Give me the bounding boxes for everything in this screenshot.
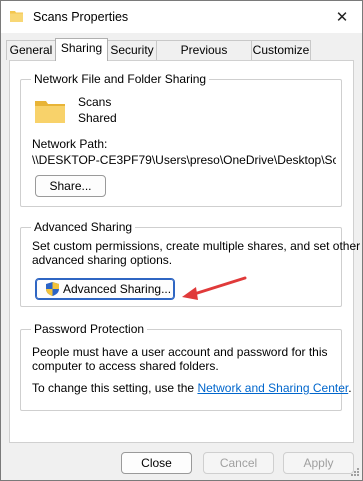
network-sharing-group: Network File and Folder Sharing Scans Sh… <box>20 72 342 207</box>
change-setting-prefix: To change this setting, use the <box>32 381 198 395</box>
resize-grip-icon[interactable] <box>350 467 360 477</box>
tab-strip: General Sharing Security Previous Versio… <box>1 38 362 76</box>
title-bar[interactable]: Scans Properties ✕ <box>1 1 362 33</box>
network-path-clip: \\DESKTOP-CE3PF79\Users\preso\OneDrive\D… <box>32 152 336 168</box>
folder-name: Scans <box>78 95 112 109</box>
network-path-value: \\DESKTOP-CE3PF79\Users\preso\OneDrive\D… <box>32 153 336 167</box>
advanced-sharing-description-1: Set custom permissions, create multiple … <box>32 239 361 253</box>
password-protection-legend: Password Protection <box>31 322 148 336</box>
advanced-sharing-description-2: advanced sharing options. <box>32 253 173 267</box>
close-window-button[interactable]: ✕ <box>322 3 362 31</box>
folder-icon <box>10 11 23 22</box>
advanced-sharing-button[interactable]: Advanced Sharing... <box>35 278 175 300</box>
tab-sharing[interactable]: Sharing <box>55 38 108 61</box>
password-protection-text-1: People must have a user account and pass… <box>32 345 328 359</box>
uac-shield-icon <box>46 282 59 296</box>
advanced-sharing-legend: Advanced Sharing <box>31 220 136 234</box>
window-title: Scans Properties <box>33 10 129 24</box>
share-button[interactable]: Share... <box>35 175 106 197</box>
change-setting-text: To change this setting, use the Network … <box>32 381 352 395</box>
password-protection-group: Password Protection People must have a u… <box>20 322 352 411</box>
network-sharing-legend: Network File and Folder Sharing <box>31 72 210 86</box>
apply-button[interactable]: Apply <box>283 452 354 474</box>
tab-general[interactable]: General <box>6 40 56 60</box>
red-arrow-annotation <box>182 276 247 300</box>
advanced-sharing-button-label: Advanced Sharing... <box>63 282 172 296</box>
advanced-sharing-group: Advanced Sharing Set custom permissions,… <box>20 220 360 307</box>
network-sharing-center-link[interactable]: Network and Sharing Center <box>197 381 348 395</box>
tab-security[interactable]: Security <box>107 40 157 60</box>
folder-icon <box>35 101 65 123</box>
tab-customize[interactable]: Customize <box>251 40 311 60</box>
change-setting-suffix: . <box>348 381 352 395</box>
folder-status: Shared <box>78 111 117 125</box>
properties-window: Scans Properties ✕ General Sharing Secur… <box>0 0 363 481</box>
sharing-panel: Network File and Folder Sharing Scans Sh… <box>9 60 360 443</box>
password-protection-text-2: computer to access shared folders. <box>32 359 219 373</box>
close-icon: ✕ <box>335 9 349 26</box>
cancel-button[interactable]: Cancel <box>203 452 274 474</box>
tab-previous-versions[interactable]: Previous Versions <box>156 40 252 76</box>
close-button[interactable]: Close <box>121 452 192 474</box>
network-path-label: Network Path: <box>32 137 108 151</box>
